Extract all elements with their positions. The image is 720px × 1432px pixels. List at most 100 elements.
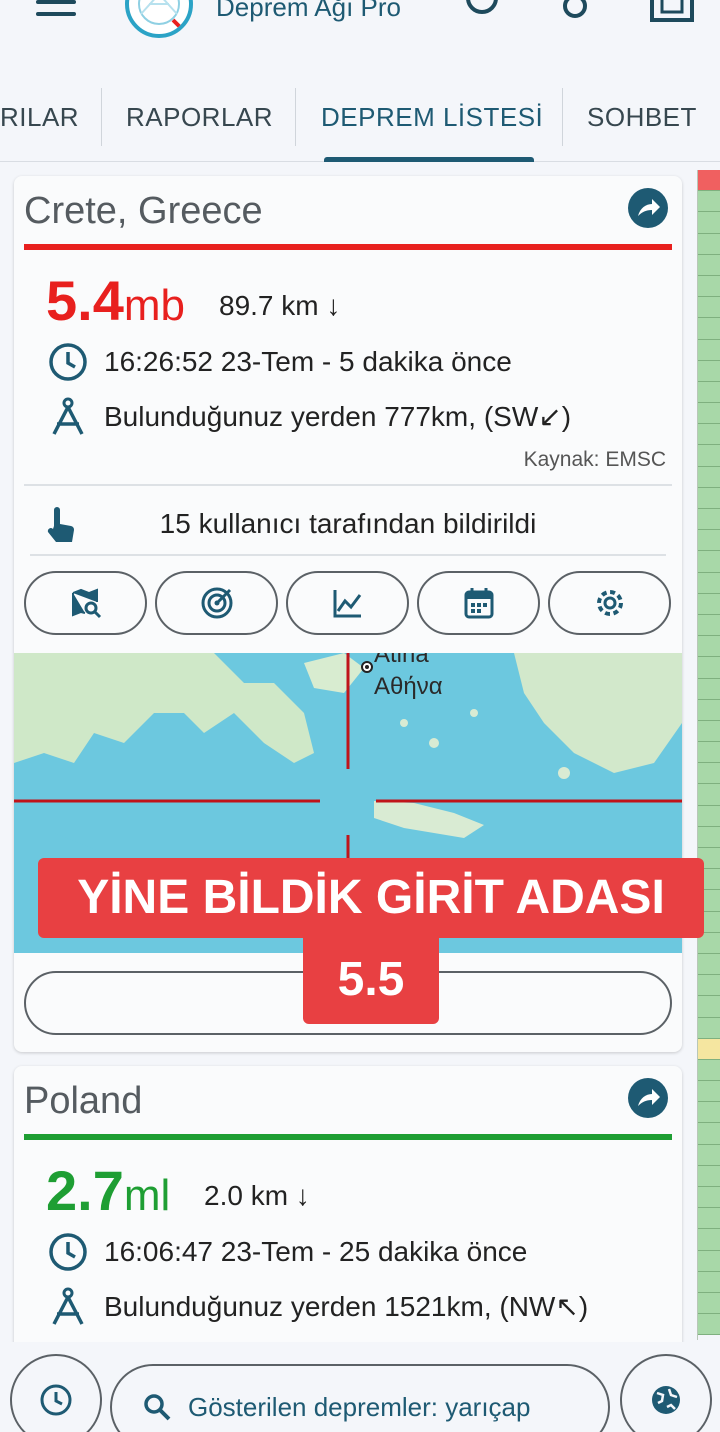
scale-cell — [698, 742, 720, 764]
quake-time: 16:26:52 23-Tem - 5 dakika önce — [104, 346, 512, 377]
map-search-icon — [71, 588, 101, 619]
overlay-caption-value: 5.5 — [303, 936, 439, 1024]
compass-icon — [48, 396, 88, 436]
target-button[interactable] — [155, 571, 278, 635]
quake-card[interactable]: Poland 2.7ml 2.0 km ↓ 16:06:47 23-Tem - … — [14, 1066, 682, 1366]
depth: 2.0 km ↓ — [204, 1180, 310, 1211]
scale-cell — [698, 784, 720, 806]
globe-button[interactable] — [620, 1354, 712, 1432]
quake-location: Poland — [24, 1080, 143, 1122]
action-buttons — [24, 571, 672, 635]
app-logo — [125, 0, 193, 38]
app-bar: Deprem Ağı Pro — [0, 0, 720, 80]
clock-icon — [48, 1232, 88, 1272]
drop-icon[interactable] — [560, 0, 590, 24]
time-row: 16:06:47 23-Tem - 25 dakika önce — [48, 1230, 527, 1274]
magnitude-value: 5.4 — [46, 269, 124, 332]
scale-cell — [698, 170, 720, 192]
clock-icon — [40, 1384, 72, 1416]
depth: 89.7 km ↓ — [219, 290, 341, 321]
scale-cell — [698, 678, 720, 700]
active-tab-indicator — [324, 157, 534, 162]
calendar-icon — [464, 588, 493, 619]
scale-cell — [698, 975, 720, 997]
scale-cell — [698, 551, 720, 573]
divider — [30, 554, 666, 556]
scale-cell — [698, 996, 720, 1018]
scale-cell — [698, 636, 720, 658]
scale-cell — [698, 572, 720, 594]
settings-button[interactable] — [548, 571, 671, 635]
tab-separator — [562, 88, 563, 146]
scale-cell — [698, 1081, 720, 1103]
history-button[interactable] — [10, 1354, 102, 1432]
share-icon[interactable] — [628, 1078, 668, 1118]
target-icon — [201, 587, 232, 619]
filter-label: Gösterilen depremler: yarıçap — [188, 1391, 531, 1422]
user-reports[interactable]: 15 kullanıcı tarafından bildirildi — [24, 492, 672, 558]
scale-cell — [698, 1229, 720, 1251]
scale-cell — [698, 1017, 720, 1039]
scale-cell — [698, 233, 720, 255]
scale-cell — [698, 339, 720, 361]
scale-cell — [698, 720, 720, 743]
search-icon — [144, 1394, 171, 1421]
scale-cell — [698, 191, 720, 213]
scale-cell — [698, 1250, 720, 1272]
overlay-caption: YİNE BİLDİK GİRİT ADASI — [38, 858, 704, 938]
scale-cell — [698, 826, 720, 848]
scale-cell — [698, 1314, 720, 1336]
tab-deprem-listesi[interactable]: DEPREM LİSTESİ — [321, 102, 543, 133]
tab-raporlar[interactable]: RAPORLAR — [126, 102, 273, 133]
news-icon[interactable] — [648, 0, 696, 26]
quake-distance: Bulunduğunuz yerden 1521km, (NW↖) — [104, 1290, 589, 1322]
scale-cell — [698, 445, 720, 467]
radius-filter-button[interactable]: Gösterilen depremler: yarıçap — [110, 1364, 610, 1432]
scale-cell — [698, 254, 720, 276]
tab-sohbet[interactable]: SOHBET — [587, 102, 697, 133]
refresh-icon[interactable] — [462, 0, 502, 24]
quake-distance: Bulunduğunuz yerden 777km, (SW↙) — [104, 400, 572, 432]
scale-cell — [698, 381, 720, 404]
time-row: 16:26:52 23-Tem - 5 dakika önce — [48, 340, 512, 384]
quake-location: Crete, Greece — [24, 190, 263, 232]
scale-cell — [698, 403, 720, 425]
scale-cell — [698, 1187, 720, 1209]
magnitude-scale-bar[interactable] — [697, 170, 720, 1340]
scale-cell — [698, 593, 720, 615]
map-label-atina: Atina — [374, 653, 429, 668]
scale-cell — [698, 275, 720, 298]
scale-cell — [698, 1123, 720, 1145]
magnitude-type: ml — [123, 1171, 171, 1220]
magnitude: 2.7ml — [46, 1158, 170, 1223]
gear-icon — [596, 590, 623, 616]
scale-cell — [698, 1038, 720, 1060]
share-icon[interactable] — [628, 188, 668, 228]
map-search-button[interactable] — [24, 571, 147, 635]
scale-cell — [698, 212, 720, 234]
scale-cell — [698, 953, 720, 976]
scale-cell — [698, 1059, 720, 1082]
divider — [24, 484, 672, 486]
scale-cell — [698, 657, 720, 679]
severity-line — [24, 1134, 672, 1140]
menu-icon[interactable] — [36, 0, 76, 20]
scale-cell — [698, 805, 720, 827]
chart-button[interactable] — [286, 571, 409, 635]
calendar-button[interactable] — [417, 571, 540, 635]
scale-cell — [698, 1292, 720, 1315]
scale-cell — [698, 763, 720, 785]
scale-cell — [698, 530, 720, 552]
tab-bar: RILAR RAPORLAR DEPREM LİSTESİ SOHBET — [0, 80, 720, 162]
app-title: Deprem Ağı Pro — [216, 0, 401, 22]
tab-haritalar[interactable]: RILAR — [0, 102, 79, 133]
scale-cell — [698, 1271, 720, 1293]
scale-cell — [698, 614, 720, 637]
scale-cell — [698, 1208, 720, 1230]
scale-cell — [698, 318, 720, 340]
severity-line — [24, 244, 672, 250]
scale-cell — [698, 509, 720, 531]
scale-cell — [698, 699, 720, 721]
magnitude: 5.4mb — [46, 268, 185, 333]
tab-separator — [295, 88, 296, 146]
